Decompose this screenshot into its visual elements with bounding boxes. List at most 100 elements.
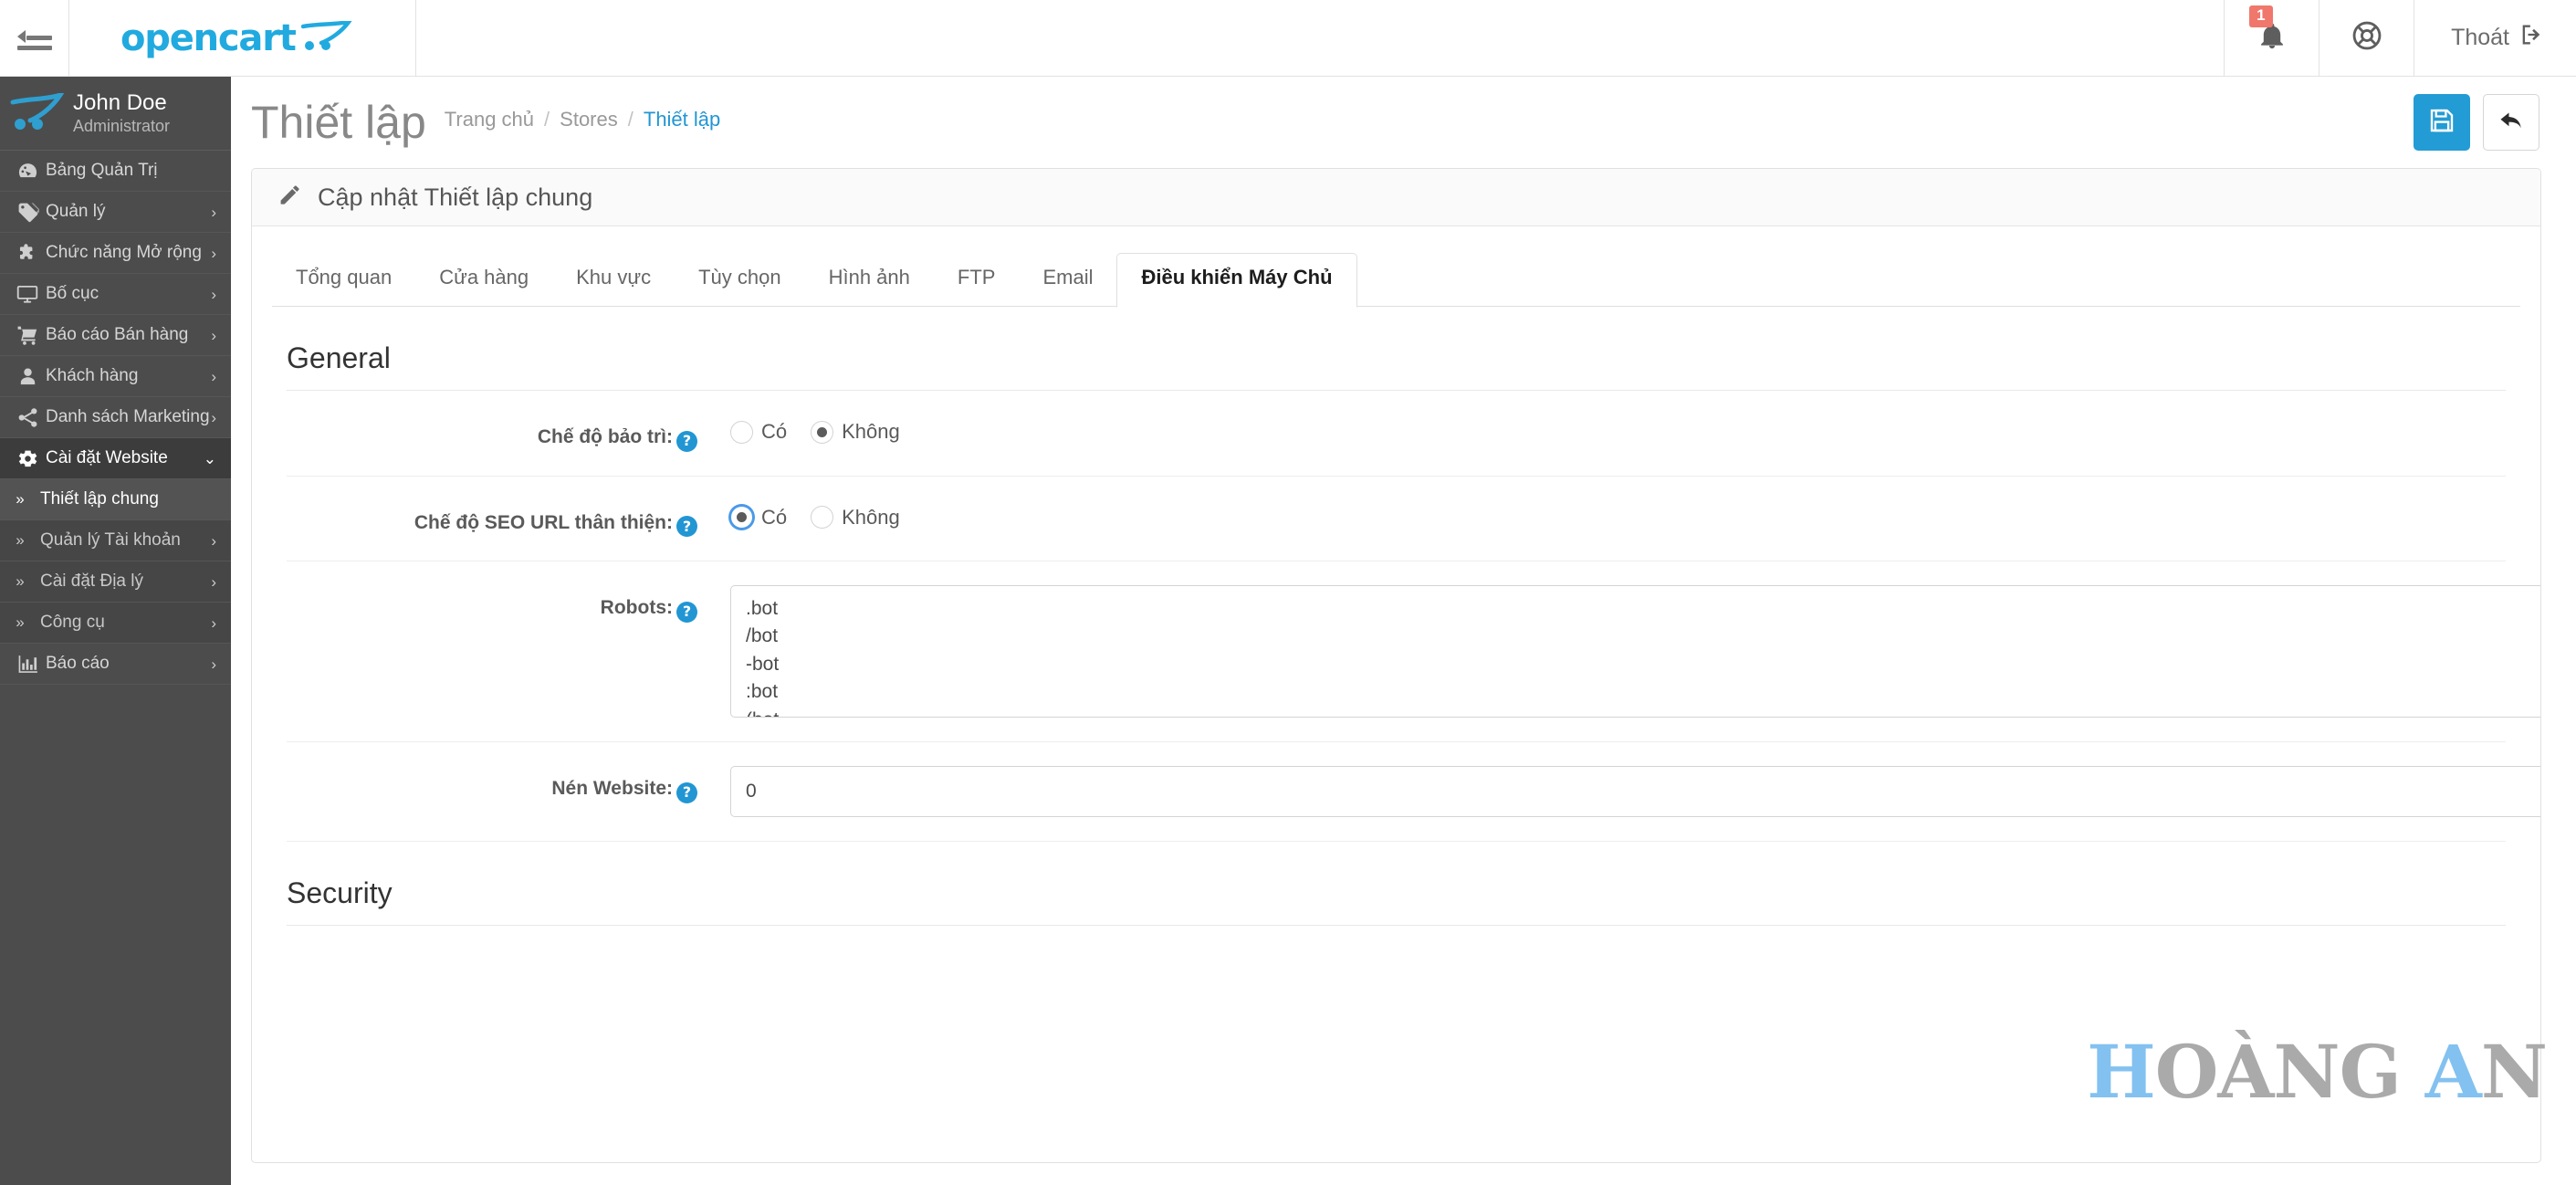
tab-option[interactable]: Tùy chọn	[675, 266, 805, 307]
card-header-title: Cập nhật Thiết lập chung	[318, 183, 593, 211]
sidebar-item-system[interactable]: Cài đặt Website ⌄	[0, 438, 231, 479]
notification-count-badge: 1	[2249, 5, 2273, 27]
sidebar-item-marketing[interactable]: Danh sách Marketing ›	[0, 397, 231, 438]
question-mark-icon[interactable]: ?	[676, 781, 697, 803]
back-button[interactable]	[2483, 94, 2539, 151]
form-row-maintenance: Chế độ bảo trì:? Có Không	[287, 391, 2506, 477]
breadcrumb-item-home[interactable]: Trang chủ	[445, 108, 534, 131]
sign-out-icon	[2518, 22, 2545, 54]
page-header: Thiết lập Trang chủ / Stores / Thiết lập	[231, 77, 2576, 168]
cart-icon	[9, 324, 46, 347]
field-label-compression: Nén Website:?	[287, 766, 717, 803]
bar-chart-icon	[9, 653, 46, 676]
robots-line: .bot	[746, 598, 779, 619]
robots-line: /bot	[746, 625, 779, 647]
top-navbar: opencart 1 Thoát	[0, 0, 2576, 77]
radio-maintenance-yes[interactable]: Có	[730, 420, 787, 444]
field-control-seo-url: Có Không	[717, 500, 2506, 530]
gear-icon	[9, 447, 46, 470]
chevron-right-icon: ›	[211, 285, 216, 303]
radio-dot	[811, 506, 834, 529]
radio-maintenance-no[interactable]: Không	[811, 420, 900, 444]
user-profile[interactable]: John Doe Administrator	[0, 77, 231, 151]
double-chevron-right-icon: »	[16, 531, 25, 549]
tab-local[interactable]: Khu vực	[552, 266, 675, 307]
logout-button[interactable]: Thoát	[2414, 0, 2576, 76]
form-row-robots: Robots:? .bot /bot -bot :bot (bot crawl	[287, 561, 2540, 742]
robots-textarea-wrapper: .bot /bot -bot :bot (bot crawl	[730, 585, 2540, 718]
chevron-right-icon: ›	[211, 572, 216, 591]
question-mark-icon[interactable]: ?	[676, 516, 697, 537]
sidebar-item-maintenance[interactable]: » Công cụ ›	[0, 603, 231, 644]
sidebar-item-localisation[interactable]: » Cài đặt Địa lý ›	[0, 561, 231, 603]
chevron-right-icon: ›	[211, 408, 216, 426]
sidebar-subitem-label: Công cụ	[40, 613, 105, 632]
sidebar-item-users[interactable]: » Quản lý Tài khoản ›	[0, 520, 231, 561]
sidebar-item-customers[interactable]: Khách hàng ›	[0, 356, 231, 397]
sidebar-item-sales[interactable]: Báo cáo Bán hàng ›	[0, 315, 231, 356]
opencart-logo[interactable]: opencart	[69, 0, 416, 76]
tab-store[interactable]: Cửa hàng	[415, 266, 552, 307]
notifications-button[interactable]: 1	[2224, 0, 2319, 76]
chevron-right-icon: ›	[211, 367, 216, 385]
tag-icon	[9, 201, 46, 224]
sidebar-navigation: John Doe Administrator Bảng Quản Trị Quả…	[0, 77, 231, 1185]
sidebar-subitem-label: Cài đặt Địa lý	[40, 572, 143, 591]
question-mark-icon[interactable]: ?	[676, 601, 697, 623]
sidebar-item-label: Quản lý	[46, 202, 106, 221]
settings-card: Cập nhật Thiết lập chung Tổng quan Cửa h…	[251, 168, 2541, 1163]
avatar	[7, 93, 68, 133]
settings-tabs: Tổng quan Cửa hàng Khu vực Tùy chọn Hình…	[252, 250, 2540, 308]
sidebar-item-extensions[interactable]: Chức năng Mở rộng ›	[0, 233, 231, 274]
card-header: Cập nhật Thiết lập chung	[252, 169, 2540, 226]
radio-seo-url-yes[interactable]: Có	[730, 506, 787, 530]
sidebar-item-design[interactable]: Bố cục ›	[0, 274, 231, 315]
question-mark-icon[interactable]: ?	[676, 430, 697, 452]
breadcrumb-separator: /	[544, 108, 550, 131]
sidebar-subitem-label: Quản lý Tài khoản	[40, 530, 181, 550]
compression-input[interactable]: 0	[730, 766, 2540, 817]
tab-overview[interactable]: Tổng quan	[272, 266, 415, 307]
chevron-right-icon: ›	[211, 326, 216, 344]
sidebar-subitem-label: Thiết lập chung	[40, 489, 159, 509]
field-label-robots: Robots:?	[287, 585, 717, 623]
chevron-right-icon: ›	[211, 203, 216, 221]
save-button[interactable]	[2414, 94, 2470, 151]
reply-back-icon	[2497, 107, 2525, 139]
chevron-right-icon: ›	[211, 655, 216, 673]
field-label-text: Chế độ bảo trì:	[537, 426, 673, 447]
tab-ftp[interactable]: FTP	[934, 266, 1020, 307]
dashboard-icon	[9, 160, 46, 183]
sidebar-item-setting[interactable]: » Thiết lập chung	[0, 479, 231, 520]
sidebar-item-dashboard[interactable]: Bảng Quản Trị	[0, 151, 231, 192]
sidebar-item-label: Cài đặt Website	[46, 448, 168, 467]
tab-server[interactable]: Điều khiển Máy Chủ	[1116, 253, 1357, 308]
field-label-seo-url: Chế độ SEO URL thân thiện:?	[287, 500, 717, 537]
robots-line: -bot	[746, 653, 780, 675]
robots-line: (bot	[746, 707, 2540, 717]
radio-group-seo-url: Có Không	[730, 500, 2506, 530]
field-label-maintenance: Chế độ bảo trì:?	[287, 414, 717, 452]
tab-mail[interactable]: Email	[1019, 266, 1116, 307]
robots-textarea[interactable]: .bot /bot -bot :bot (bot crawl	[730, 585, 2540, 718]
form-row-seo-url: Chế độ SEO URL thân thiện:? Có Không	[287, 477, 2506, 561]
breadcrumb-item-stores[interactable]: Stores	[560, 108, 618, 131]
sidebar-item-reports[interactable]: Báo cáo ›	[0, 644, 231, 685]
breadcrumb-item-setting[interactable]: Thiết lập	[644, 108, 720, 131]
radio-dot	[730, 420, 753, 444]
sidebar-item-label: Chức năng Mở rộng	[46, 243, 202, 262]
chevron-right-icon: ›	[211, 244, 216, 262]
radio-seo-url-no[interactable]: Không	[811, 506, 900, 530]
breadcrumb: Trang chủ / Stores / Thiết lập	[445, 108, 720, 137]
sidebar-item-catalog[interactable]: Quản lý ›	[0, 192, 231, 233]
section-title-general: General	[287, 307, 2506, 391]
double-chevron-right-icon: »	[16, 613, 25, 631]
sidebar-item-label: Báo cáo	[46, 654, 110, 673]
tab-image[interactable]: Hình ảnh	[805, 266, 934, 307]
radio-group-maintenance: Có Không	[730, 414, 2506, 444]
sidebar-toggle-button[interactable]	[0, 0, 69, 76]
sidebar-item-label: Bảng Quản Trị	[46, 161, 158, 180]
page-action-buttons	[2414, 94, 2539, 151]
sidebar-item-label: Khách hàng	[46, 366, 139, 385]
support-button[interactable]	[2319, 0, 2414, 76]
